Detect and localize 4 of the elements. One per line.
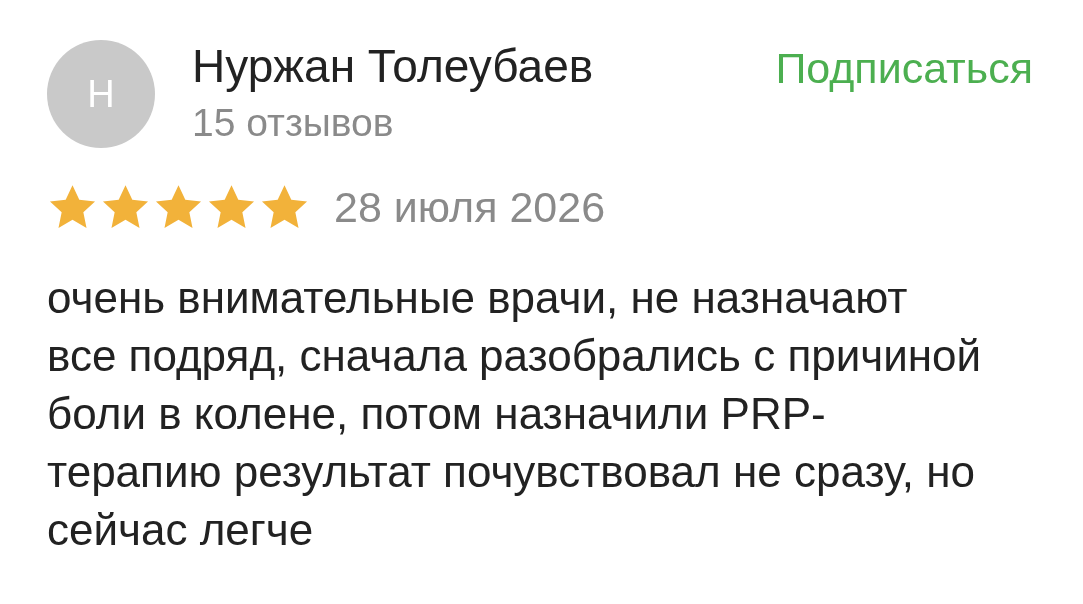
- author-name[interactable]: Нуржан Толеубаев: [192, 40, 776, 92]
- reviews-count: 15 отзывов: [192, 100, 395, 146]
- review-text: очень внимательные врачи, не назначают все подряд, сначала разобрались с причиной боли в колене, потом назначили PRP-терапию результат почувствовал не сразу, но сейчас легче: [47, 272, 983, 556]
- review-date: 28 июля 2026: [334, 183, 606, 232]
